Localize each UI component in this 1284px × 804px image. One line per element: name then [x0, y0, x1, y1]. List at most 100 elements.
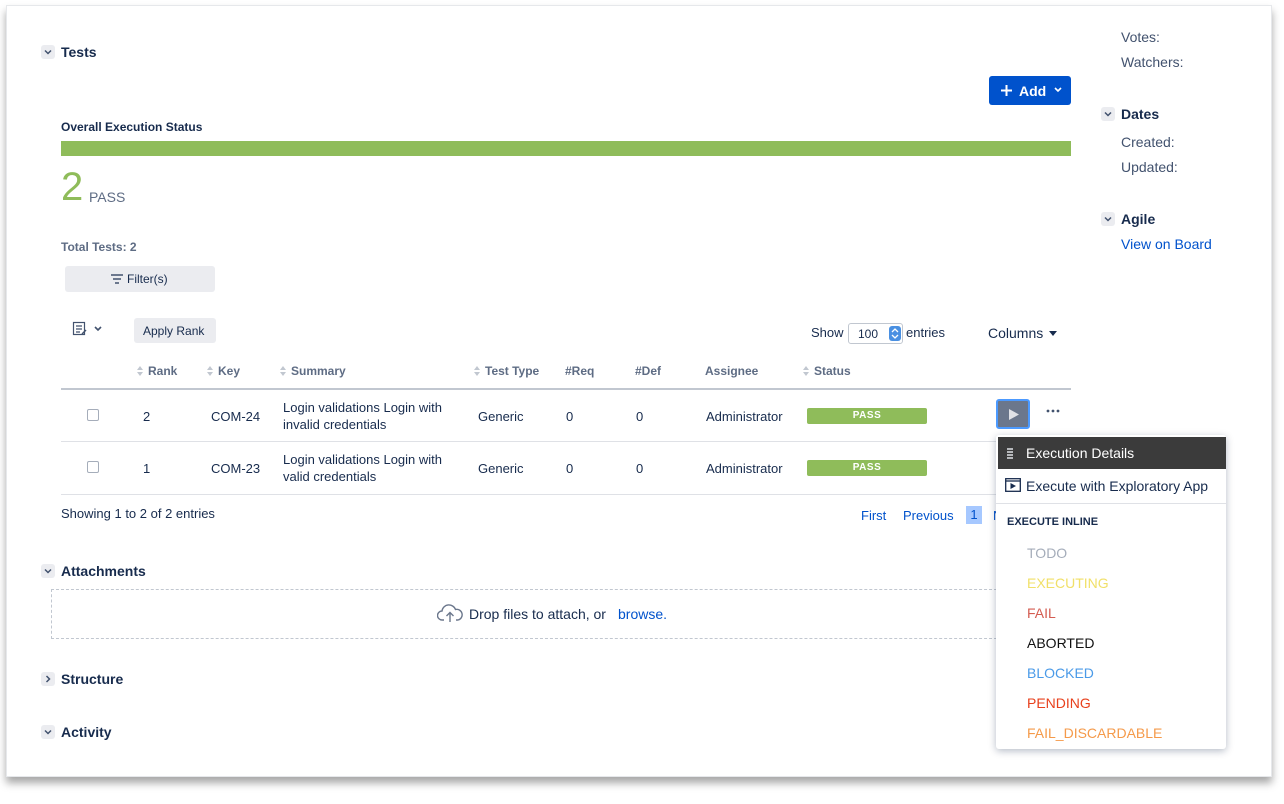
votes-label: Votes:: [1121, 29, 1160, 45]
structure-expand-toggle[interactable]: [41, 672, 55, 686]
pagination-current-page[interactable]: 1: [966, 506, 982, 524]
overall-status-label: Overall Execution Status: [61, 120, 203, 134]
agile-section-title: Agile: [1121, 211, 1156, 227]
row-key-link[interactable]: COM-23: [211, 461, 260, 476]
entries-select[interactable]: 100: [848, 323, 903, 344]
status-badge: PASS: [807, 460, 927, 476]
chevron-down-icon: [1104, 111, 1112, 117]
status-option[interactable]: FAIL: [1027, 605, 1056, 621]
row-rank: 2: [143, 409, 151, 424]
header-divider: [61, 388, 1071, 390]
exploratory-app-icon: [1005, 478, 1021, 492]
agile-collapse-toggle[interactable]: [1101, 212, 1115, 226]
select-arrows-icon: [889, 326, 901, 341]
row-summary-link[interactable]: Login validations Login with valid crede…: [283, 452, 442, 484]
view-on-board-link[interactable]: View on Board: [1121, 236, 1212, 252]
entries-label: entries: [906, 325, 946, 340]
status-badge: PASS: [807, 408, 927, 424]
chevron-down-icon: [44, 49, 52, 55]
pagination-first[interactable]: First: [861, 508, 886, 523]
activity-section-title: Activity: [61, 724, 112, 740]
attachments-section-title: Attachments: [61, 563, 146, 579]
sort-icon: [474, 366, 480, 376]
row-test-type: Generic: [478, 409, 524, 424]
execute-button[interactable]: [996, 399, 1030, 429]
th-status[interactable]: Status: [802, 364, 851, 378]
row-req: 0: [566, 461, 574, 476]
status-option[interactable]: EXECUTING: [1027, 575, 1109, 591]
th-test-type[interactable]: Test Type: [473, 364, 539, 378]
row-def: 0: [636, 461, 644, 476]
browse-link[interactable]: browse.: [618, 606, 667, 622]
drop-text: Drop files to attach, or: [469, 606, 606, 622]
execute-dropdown-menu: Execution Details Execute with Explorato…: [996, 435, 1226, 749]
th-test-type-label: Test Type: [485, 364, 540, 378]
menu-item-exploratory-app[interactable]: Execute with Exploratory App: [996, 471, 1226, 501]
play-icon: [1009, 409, 1019, 420]
attachment-drop-zone[interactable]: Drop files to attach, or browse.: [51, 589, 1012, 639]
th-rank[interactable]: Rank: [136, 364, 177, 378]
cloud-upload-icon: [437, 604, 463, 622]
menu-item-execution-details[interactable]: Execution Details: [998, 437, 1226, 469]
summary-line: valid credentials: [283, 469, 377, 484]
pass-label: PASS: [89, 189, 126, 205]
apply-rank-label: Apply Rank: [143, 324, 205, 338]
pagination-previous[interactable]: Previous: [903, 508, 954, 523]
add-button[interactable]: Add: [989, 76, 1071, 105]
created-label: Created:: [1121, 134, 1175, 150]
summary-line: invalid credentials: [283, 417, 387, 432]
tests-section-title: Tests: [61, 44, 97, 60]
entries-value: 100: [858, 327, 879, 341]
th-req: #Req: [565, 364, 595, 378]
th-key[interactable]: Key: [206, 364, 240, 378]
status-option[interactable]: FAIL_DISCARDABLE: [1027, 725, 1162, 741]
chevron-down-icon: [44, 729, 52, 735]
status-option[interactable]: PENDING: [1027, 695, 1091, 711]
row-req: 0: [566, 409, 574, 424]
status-option[interactable]: BLOCKED: [1027, 665, 1094, 681]
th-rank-label: Rank: [148, 364, 178, 378]
bulk-actions-menu[interactable]: [72, 321, 104, 337]
overall-status-bar: [61, 141, 1071, 156]
th-def: #Def: [635, 364, 662, 378]
pass-fill: [61, 141, 1071, 156]
th-key-label: Key: [218, 364, 241, 378]
apply-rank-button[interactable]: Apply Rank: [134, 318, 216, 343]
status-option[interactable]: TODO: [1027, 545, 1067, 561]
plus-icon: [1001, 85, 1012, 96]
filter-button[interactable]: Filter(s): [65, 266, 215, 292]
attachments-collapse-toggle[interactable]: [41, 564, 55, 578]
total-tests-label: Total Tests: 2: [61, 240, 137, 254]
row-test-type: Generic: [478, 461, 524, 476]
row-def: 0: [636, 409, 644, 424]
row-key-link[interactable]: COM-24: [211, 409, 260, 424]
columns-dropdown[interactable]: Columns: [988, 325, 1060, 343]
updated-label: Updated:: [1121, 159, 1178, 175]
summary-line: Login validations Login with: [283, 452, 442, 467]
row-checkbox[interactable]: [87, 461, 99, 473]
th-status-label: Status: [814, 364, 851, 378]
th-assignee: Assignee: [705, 364, 759, 378]
sort-icon: [280, 366, 286, 376]
sort-icon: [803, 366, 809, 376]
filter-icon: [111, 274, 123, 284]
tests-collapse-toggle[interactable]: [41, 45, 55, 59]
activity-collapse-toggle[interactable]: [41, 725, 55, 739]
chevron-right-icon: [45, 675, 51, 683]
columns-label: Columns: [988, 325, 1044, 341]
th-summary[interactable]: Summary: [279, 364, 346, 378]
menu-item-label: Execute with Exploratory App: [1026, 478, 1209, 494]
row-assignee-link[interactable]: Administrator: [706, 461, 783, 476]
showing-entries-label: Showing 1 to 2 of 2 entries: [61, 506, 215, 521]
row-summary-link[interactable]: Login validations Login with invalid cre…: [283, 400, 442, 432]
more-actions-button[interactable]: [1045, 404, 1061, 418]
status-option[interactable]: ABORTED: [1027, 635, 1094, 651]
row-checkbox[interactable]: [87, 409, 99, 421]
row-assignee-link[interactable]: Administrator: [706, 409, 783, 424]
dates-collapse-toggle[interactable]: [1101, 107, 1115, 121]
chevron-down-icon: [44, 568, 52, 574]
chevron-down-icon: [1104, 216, 1112, 222]
execute-inline-header: EXECUTE INLINE: [1007, 516, 1099, 528]
more-icon: [1046, 409, 1060, 413]
row-divider: [61, 441, 1071, 442]
